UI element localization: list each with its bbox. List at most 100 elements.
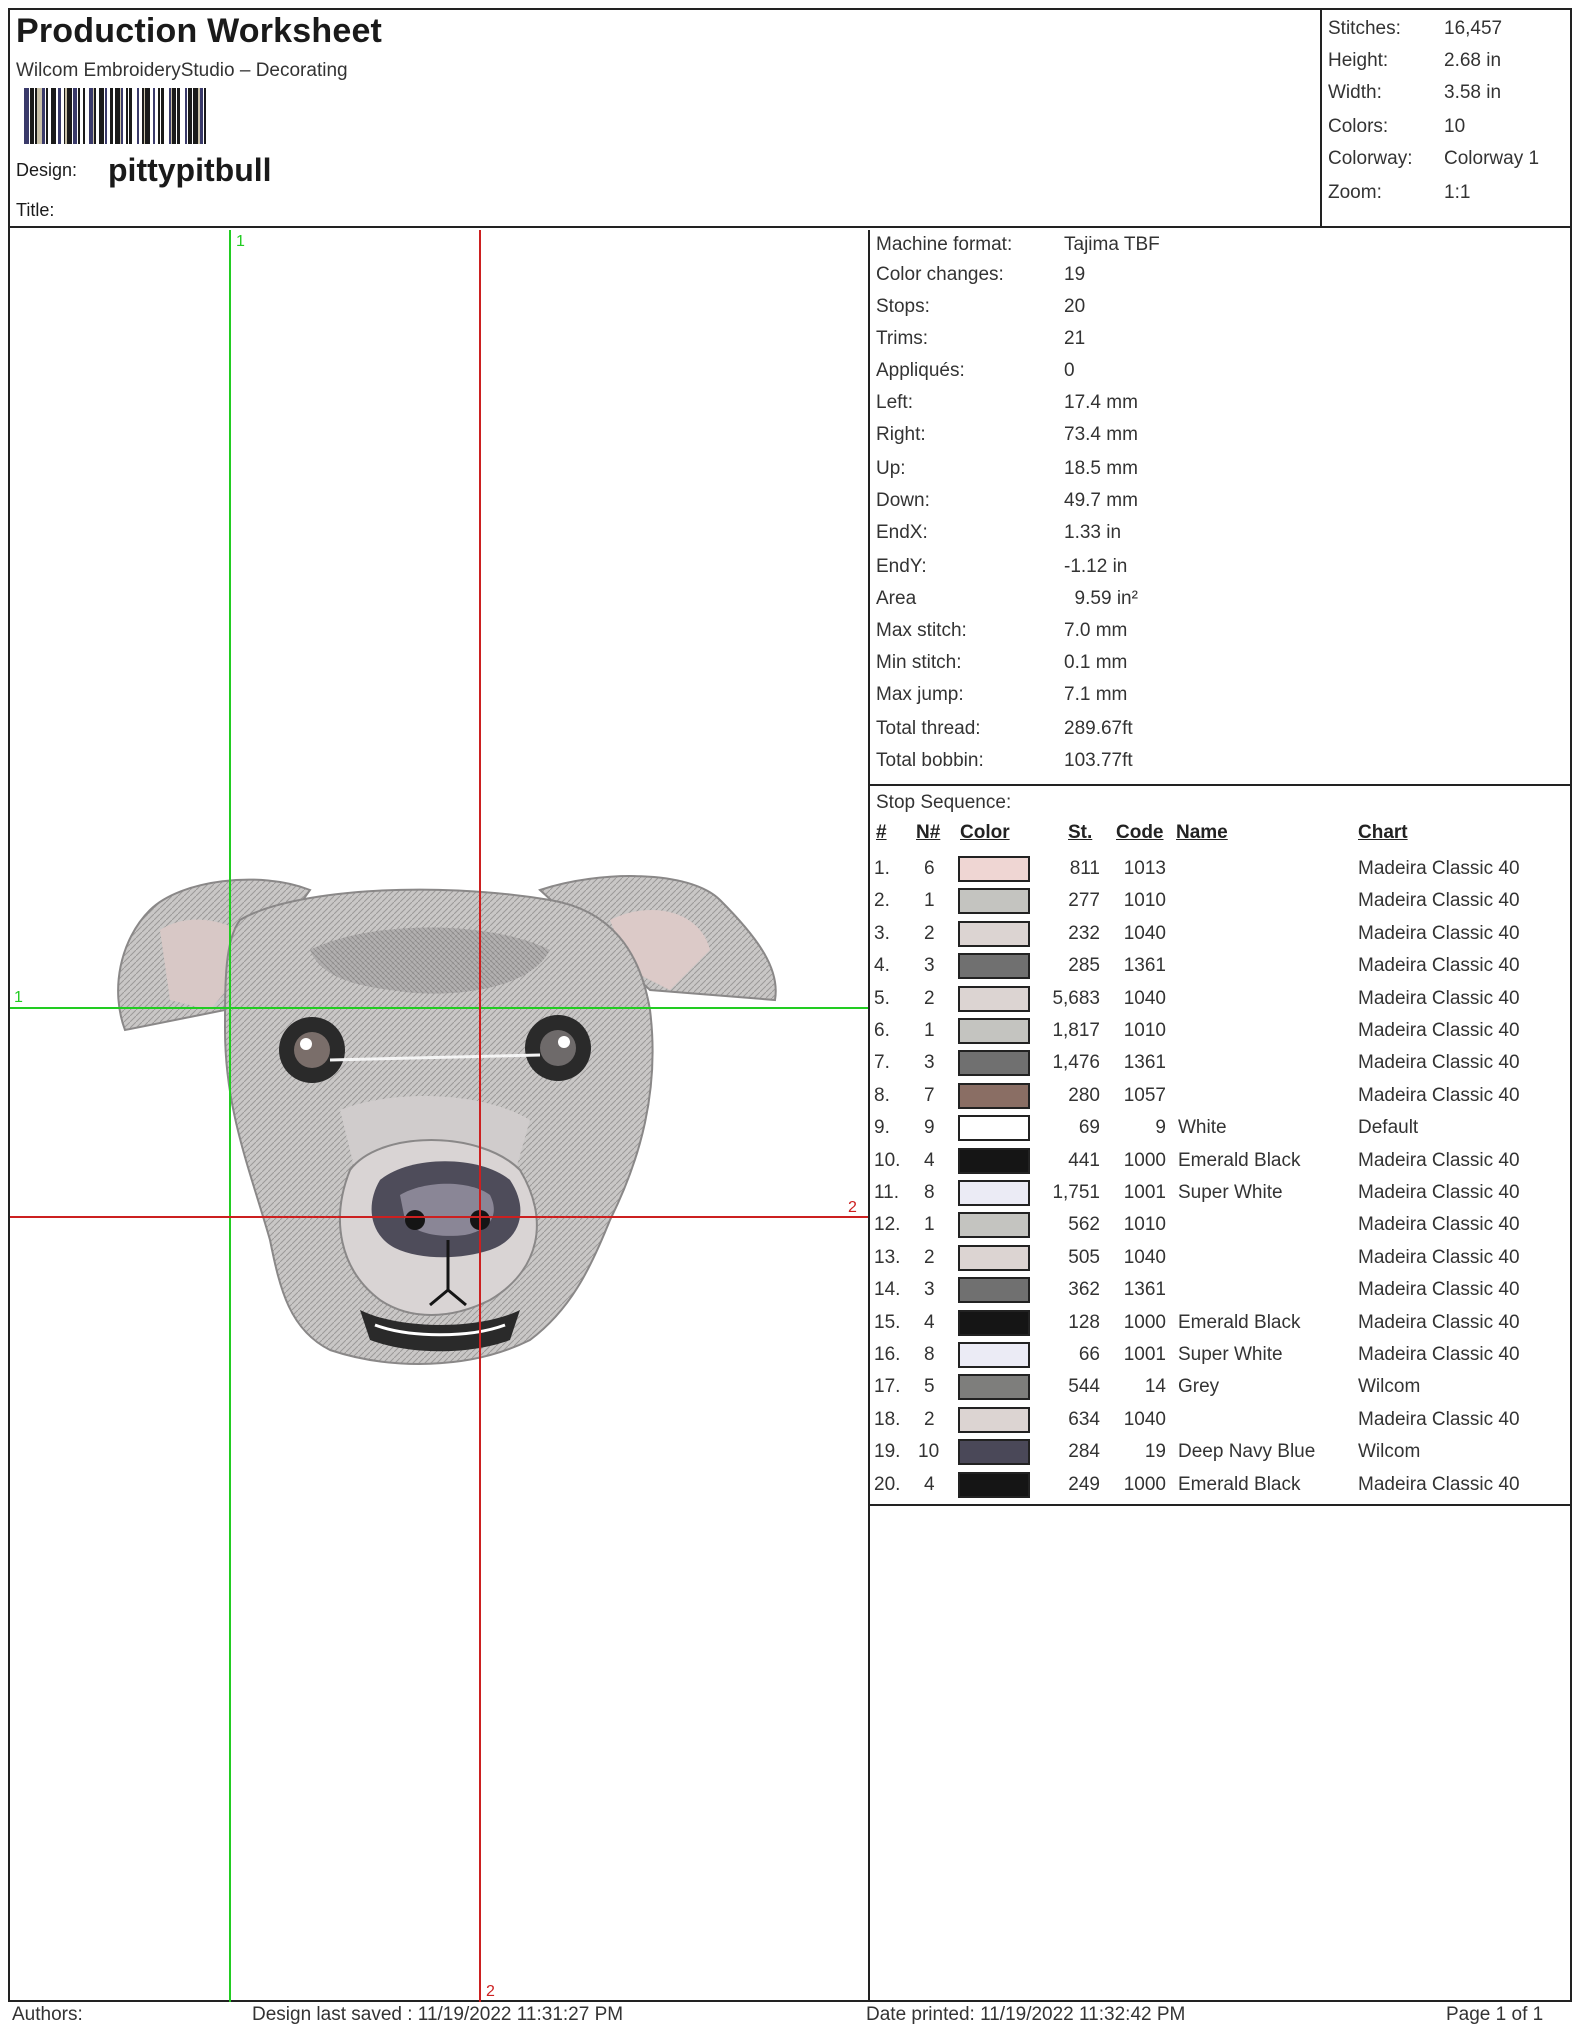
color-swatch (958, 1309, 1030, 1336)
cell-chart: Madeira Classic 40 (1358, 1246, 1520, 1268)
cell-name: Super White (1178, 1344, 1283, 1365)
cell-needle: 2 (924, 1246, 935, 1268)
color-swatch (958, 856, 1030, 882)
cell-number: 9. (874, 1117, 890, 1139)
authors-label: Authors: (12, 2004, 83, 2025)
cell-number: 1. (874, 858, 890, 879)
design-preview-canvas: 1 1 2 2 (10, 230, 868, 2002)
summary-label: Colorway: (1328, 148, 1413, 169)
table-row: 17. 5 544 14 Grey Wilcom (870, 1372, 1570, 1404)
table-row: 6. 1 1,817 1010 Madeira Classic 40 (870, 1016, 1570, 1048)
guide-label: 1 (14, 989, 23, 1006)
machine-info-panel: Machine format: Tajima TBF Color changes: 1… (870, 230, 1570, 786)
page-footer: Authors: Design last saved : 11/19/2022 … (0, 1998, 1588, 2034)
cell-code: 14 (1144, 1376, 1166, 1398)
info-row: Machine format: Tajima TBF (876, 234, 1160, 256)
col-header-num: # (876, 822, 887, 843)
cell-chart: Madeira Classic 40 (1358, 1311, 1520, 1333)
cell-name: Super White (1178, 1182, 1283, 1203)
color-swatch (958, 1244, 1030, 1271)
cell-number: 13. (874, 1246, 901, 1268)
color-swatch (958, 1115, 1030, 1142)
summary-label: Width: (1328, 82, 1382, 103)
cell-name: Deep Navy Blue (1178, 1441, 1316, 1463)
cell-name: Emerald Black (1178, 1149, 1301, 1171)
barcode-image (24, 88, 384, 144)
summary-label: Height: (1328, 50, 1389, 71)
cell-code: 1001 (1123, 1182, 1166, 1203)
cell-stitches: 5,683 (1052, 987, 1100, 1009)
cell-stitches: 505 (1068, 1246, 1100, 1268)
cell-number: 4. (874, 955, 890, 977)
cell-number: 6. (874, 1020, 890, 1041)
color-swatch (958, 1439, 1030, 1466)
cell-needle: 1 (924, 1214, 935, 1236)
cell-chart: Madeira Classic 40 (1358, 1182, 1520, 1203)
info-row: EndY: -1.12 in (876, 556, 1127, 578)
info-row: Total bobbin: 103.77ft (876, 750, 1133, 772)
info-row: Stops: 20 (876, 296, 1085, 318)
info-label: Right: (876, 424, 926, 445)
cell-number: 19. (874, 1441, 901, 1463)
cell-code: 1010 (1123, 1020, 1166, 1041)
cell-stitches: 811 (1069, 858, 1100, 879)
cell-stitches: 232 (1068, 922, 1100, 944)
cell-stitches: 634 (1068, 1408, 1100, 1430)
cell-code: 1013 (1123, 858, 1166, 879)
cell-chart: Madeira Classic 40 (1358, 1052, 1520, 1074)
info-label: Max stitch: (876, 620, 967, 641)
cell-stitches: 284 (1068, 1441, 1100, 1463)
table-row: 4. 3 285 1361 Madeira Classic 40 (870, 951, 1570, 983)
cell-number: 20. (874, 1473, 901, 1495)
info-label: Trims: (876, 328, 929, 349)
cell-chart: Madeira Classic 40 (1358, 1149, 1520, 1171)
cell-name: White (1178, 1117, 1227, 1139)
table-row: 15. 4 128 1000 Emerald Black Madeira Classic … (870, 1308, 1570, 1340)
worksheet-header: Production Worksheet Wilcom EmbroiderySt… (10, 10, 1570, 228)
info-label: Total thread: (876, 718, 981, 739)
worksheet-page: Production Worksheet Wilcom EmbroiderySt… (8, 8, 1572, 2002)
info-label: Color changes: (876, 264, 1004, 285)
cell-needle: 5 (924, 1376, 935, 1398)
info-row: Down: 49.7 mm (876, 490, 1138, 512)
cell-needle: 2 (924, 922, 935, 944)
cell-stitches: 249 (1068, 1473, 1100, 1495)
info-label: Appliqués: (876, 360, 965, 381)
info-value: 17.4 mm (1064, 392, 1138, 413)
color-swatch (958, 1212, 1030, 1239)
cell-needle: 4 (924, 1473, 935, 1495)
info-row: Up: 18.5 mm (876, 458, 1138, 480)
summary-panel: Stitches: 16,457 Height: 2.68 in Width: … (1320, 10, 1570, 228)
color-swatch (958, 1374, 1030, 1401)
stop-sequence-title: Stop Sequence: (876, 792, 1012, 813)
summary-value: 16,457 (1444, 18, 1503, 39)
cell-chart: Madeira Classic 40 (1358, 922, 1520, 944)
cell-number: 3. (874, 922, 890, 944)
info-label: Total bobbin: (876, 750, 984, 771)
cell-code: 1040 (1123, 1246, 1166, 1268)
table-row: 10. 4 441 1000 Emerald Black Madeira Classic … (870, 1146, 1570, 1178)
info-value: 9.59 in² (1064, 588, 1138, 609)
stop-sequence-panel: Stop Sequence: # N# Color St. Code Name … (870, 786, 1570, 1506)
cell-needle: 1 (924, 890, 935, 912)
info-value: 7.0 mm (1064, 620, 1128, 641)
cell-needle: 8 (924, 1344, 935, 1365)
cell-name: Grey (1178, 1376, 1220, 1398)
info-row: Trims: 21 (876, 328, 1085, 350)
col-header-chart: Chart (1358, 822, 1408, 843)
info-value: 7.1 mm (1064, 684, 1128, 705)
table-row: 9. 9 69 9 White Default (870, 1113, 1570, 1145)
table-row: 12. 1 562 1010 Madeira Classic 40 (870, 1210, 1570, 1242)
info-label: Machine format: (876, 234, 1013, 255)
dog-embroidery-image (117, 875, 777, 1365)
cell-needle: 2 (924, 1408, 935, 1430)
cell-stitches: 1,476 (1052, 1052, 1100, 1074)
info-row: Min stitch: 0.1 mm (876, 652, 1127, 674)
cell-name: Emerald Black (1178, 1311, 1301, 1333)
cell-code: 1361 (1123, 955, 1166, 977)
info-row: Max jump: 7.1 mm (876, 684, 1127, 706)
col-header-needle: N# (916, 822, 941, 843)
cell-number: 14. (874, 1279, 901, 1301)
cell-stitches: 544 (1068, 1376, 1100, 1398)
info-row: Left: 17.4 mm (876, 392, 1138, 414)
